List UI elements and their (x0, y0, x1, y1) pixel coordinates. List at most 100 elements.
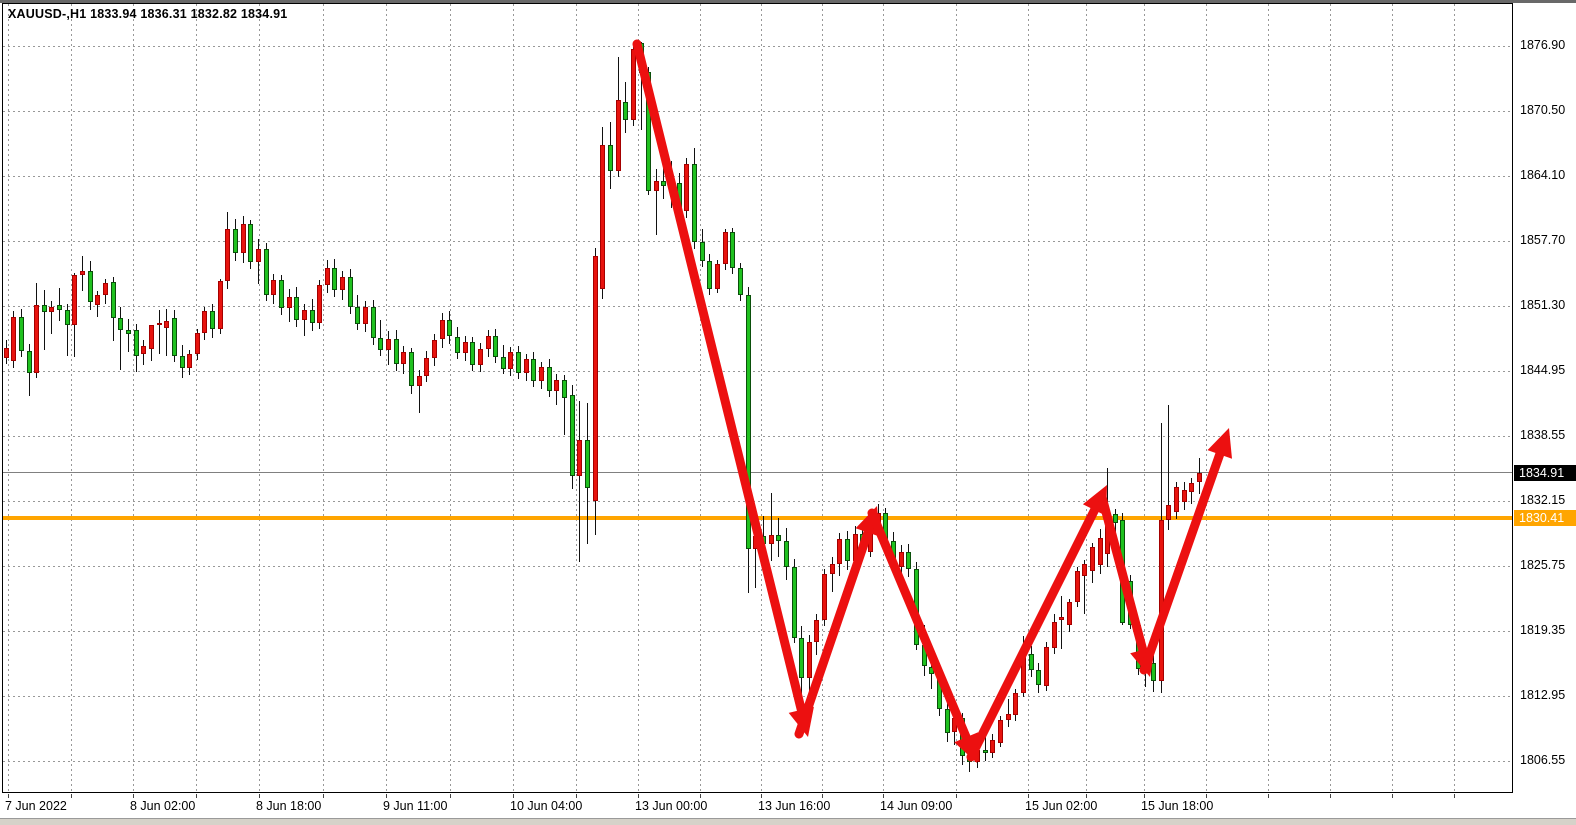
candle-wick (44, 290, 45, 350)
bull-candle (486, 336, 491, 349)
bear-candle (1128, 581, 1133, 625)
y-axis-tick-label: 1851.30 (1520, 298, 1565, 312)
bear-candle (210, 311, 215, 329)
bull-candle (225, 229, 230, 281)
bear-candle (646, 72, 651, 191)
bear-candle (516, 352, 521, 373)
bull-candle (103, 283, 108, 295)
y-axis-tick-label: 1838.55 (1520, 428, 1565, 442)
time-axis-tick (8, 794, 9, 798)
bear-candle (1136, 625, 1141, 669)
bull-candle (830, 564, 835, 574)
bear-candle (967, 756, 972, 762)
bull-candle (899, 552, 904, 567)
bull-candle (218, 281, 223, 330)
bear-candle (378, 338, 383, 350)
bull-candle (753, 536, 758, 549)
time-axis-tick (259, 794, 260, 798)
bear-candle (1029, 654, 1034, 669)
bear-candle (799, 638, 804, 678)
bear-candle (860, 534, 865, 552)
x-axis-tick-label: 9 Jun 11:00 (383, 799, 447, 813)
y-axis-tick-label: 1825.75 (1520, 558, 1565, 572)
bear-candle (332, 268, 337, 289)
bull-candle (34, 305, 39, 373)
time-axis-tick (638, 794, 639, 798)
bear-candle (118, 318, 123, 330)
bull-candle (417, 376, 422, 386)
bull-candle (669, 183, 674, 186)
bear-candle (279, 280, 284, 308)
y-axis-tick-label: 1819.35 (1520, 623, 1565, 637)
bear-candle (57, 305, 62, 310)
time-axis-tick (1392, 794, 1393, 798)
bull-candle (837, 539, 842, 564)
bull-candle (202, 311, 207, 333)
bull-candle (1052, 622, 1057, 648)
bull-candle (822, 574, 827, 620)
bull-candle (95, 295, 100, 305)
candle-wick (771, 493, 772, 561)
bull-candle (195, 333, 200, 353)
bear-candle (639, 43, 644, 73)
current-price-price-tag: 1834.91 (1514, 465, 1576, 481)
bear-candle (937, 674, 942, 710)
bull-candle (684, 164, 689, 212)
time-axis-tick (513, 794, 514, 798)
bull-candle (593, 256, 598, 501)
bull-candle (600, 145, 605, 289)
bull-candle (1059, 617, 1064, 620)
bear-candle (294, 297, 299, 320)
x-axis-tick-label: 13 Jun 16:00 (758, 799, 830, 813)
mt4-chart-window: XAUUSD-,H1 1833.94 1836.31 1832.82 1834.… (0, 0, 1576, 825)
bull-candle (654, 181, 659, 191)
price-axis[interactable] (1514, 3, 1576, 793)
bull-candle (287, 297, 292, 308)
x-axis-tick-label: 15 Jun 02:00 (1025, 799, 1097, 813)
candle-wick (128, 319, 129, 352)
bull-candle (317, 285, 322, 324)
y-axis-tick-label: 1832.15 (1520, 493, 1565, 507)
candle-wick (1061, 596, 1062, 650)
bull-candle (1013, 693, 1018, 715)
candlestick-chart-area[interactable] (0, 0, 1576, 825)
bull-candle (1159, 520, 1164, 681)
bear-candle (608, 145, 613, 171)
x-axis-tick-label: 10 Jun 04:00 (510, 799, 582, 813)
bull-candle (1174, 487, 1179, 512)
bear-candle (960, 718, 965, 756)
bear-candle (1036, 670, 1041, 685)
bear-candle (945, 709, 950, 732)
bear-candle (547, 367, 552, 391)
bull-candle (325, 268, 330, 284)
bull-candle (49, 307, 54, 312)
bear-candle (1113, 514, 1118, 523)
bull-candle (577, 440, 582, 476)
bull-candle (271, 280, 276, 295)
bear-candle (891, 541, 896, 567)
bull-candle (807, 642, 812, 678)
bull-candle (1021, 653, 1026, 693)
bear-candle (1151, 663, 1156, 681)
bull-candle (157, 323, 162, 325)
bull-candle (424, 358, 429, 376)
y-axis-tick-label: 1806.55 (1520, 753, 1565, 767)
bull-candle (80, 271, 85, 275)
bear-candle (692, 164, 697, 242)
y-axis-tick-label: 1864.10 (1520, 168, 1565, 182)
bear-candle (983, 750, 988, 753)
time-axis-tick (1268, 794, 1269, 798)
bear-candle (1120, 520, 1125, 623)
bull-candle (386, 339, 391, 350)
bear-candle (65, 310, 70, 325)
bull-candle (723, 232, 728, 265)
bear-candle (470, 342, 475, 365)
bull-candle (1082, 564, 1087, 576)
candle-wick (120, 307, 121, 370)
bull-candle (4, 348, 9, 358)
bear-candle (776, 535, 781, 541)
bear-candle (761, 536, 766, 544)
bear-candle (585, 440, 590, 488)
time-axis-tick (1330, 794, 1331, 798)
window-bottom-edge (0, 818, 1576, 825)
